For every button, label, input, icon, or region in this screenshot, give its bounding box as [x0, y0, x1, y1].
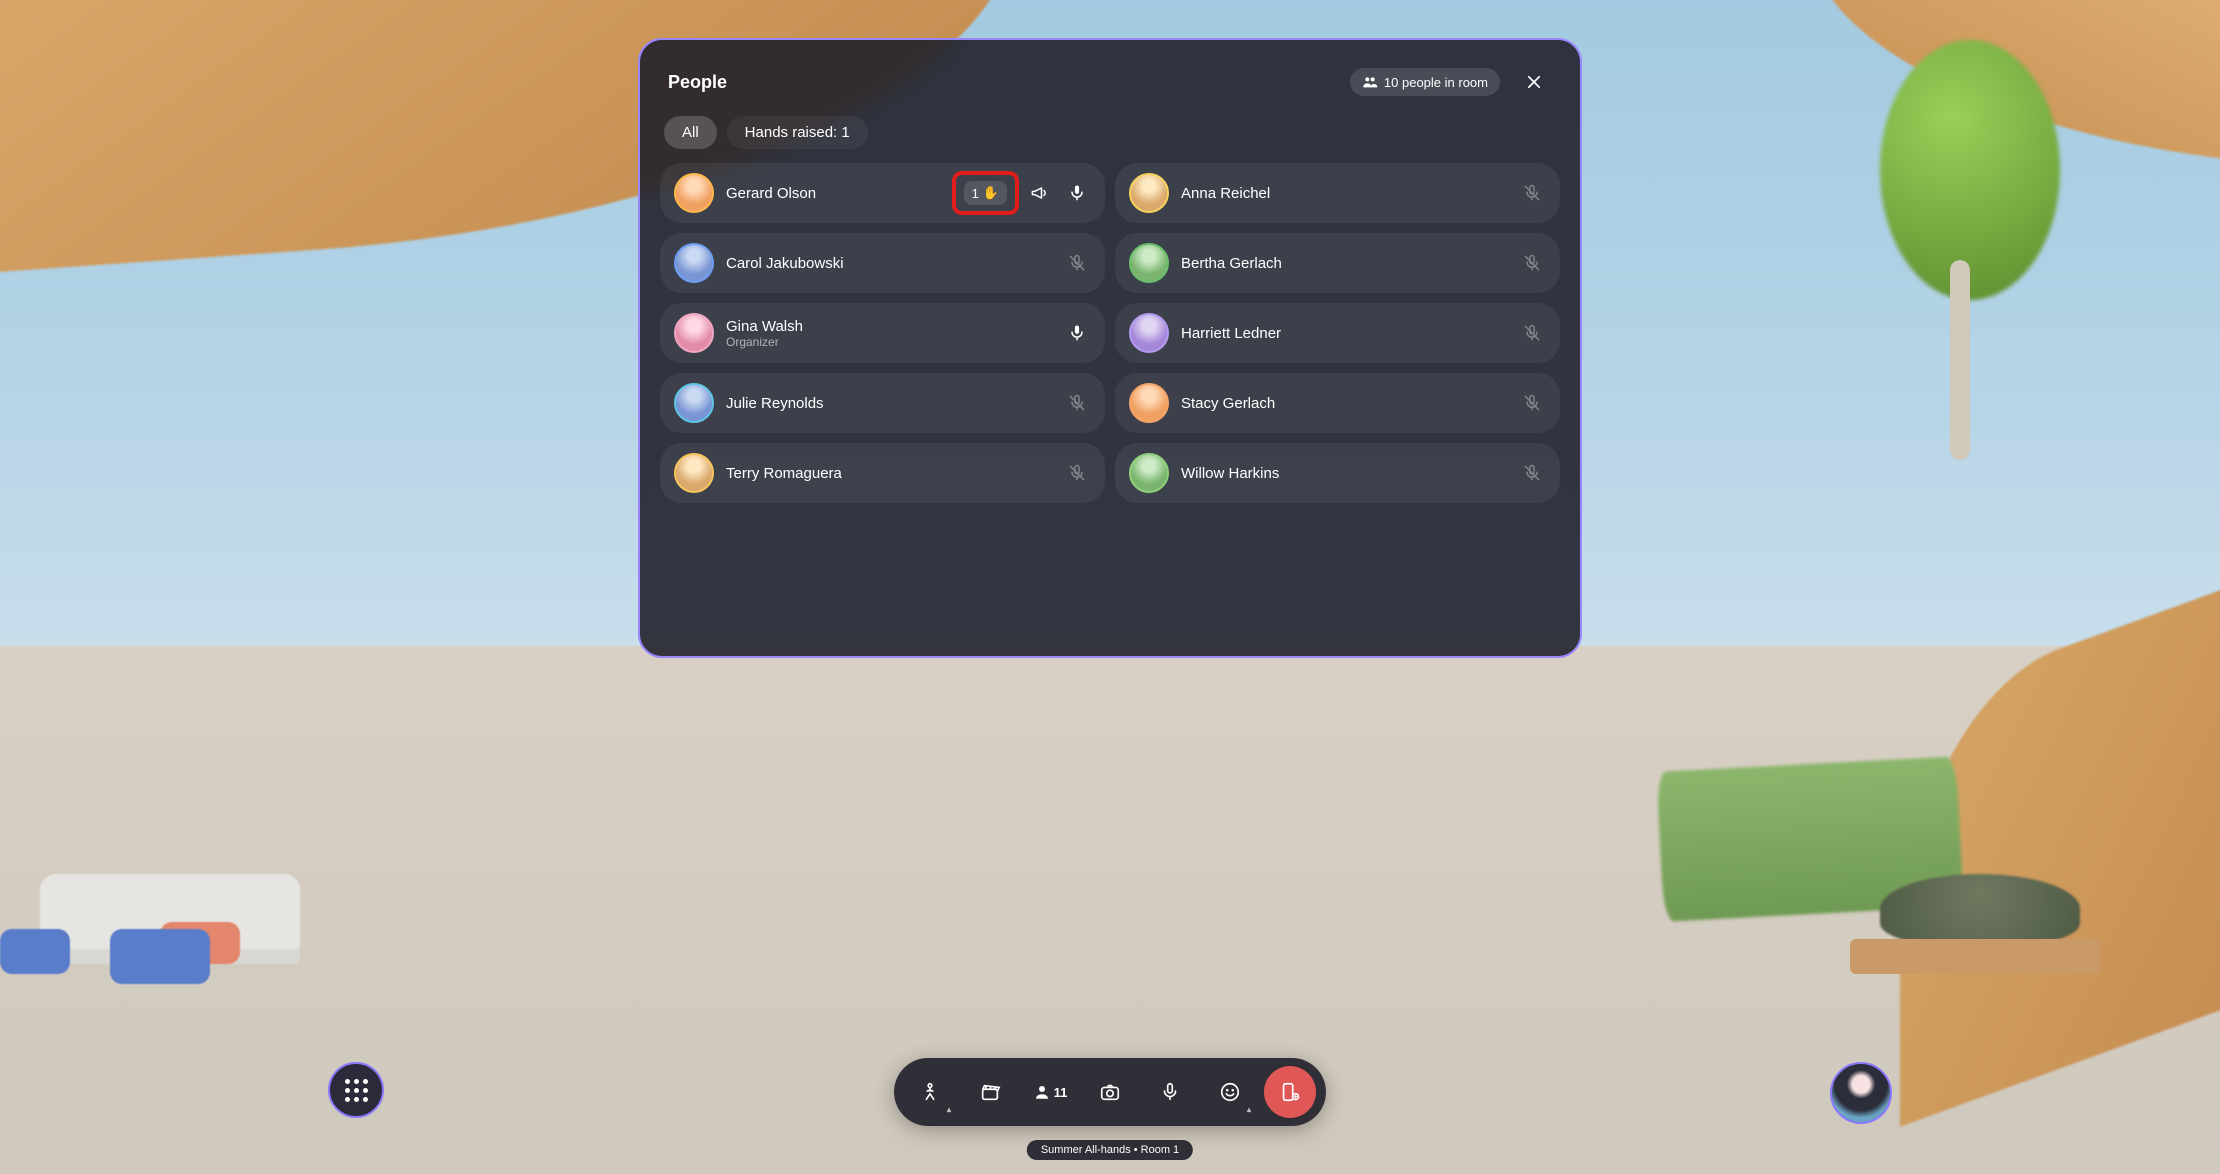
close-button[interactable]	[1516, 64, 1552, 100]
bottom-toolbar: ▴ 11	[894, 1058, 1326, 1126]
row-icons	[1518, 389, 1546, 417]
smile-icon	[1219, 1081, 1241, 1103]
mic-muted-icon[interactable]	[1518, 179, 1546, 207]
mic-on-icon[interactable]	[1063, 179, 1091, 207]
leave-button[interactable]	[1264, 1066, 1316, 1118]
avatar	[674, 243, 714, 283]
teleport-icon	[919, 1081, 941, 1103]
person-row[interactable]: Gina WalshOrganizer	[660, 303, 1105, 363]
person-row[interactable]: Bertha Gerlach	[1115, 233, 1560, 293]
chevron-up-icon: ▴	[947, 1105, 951, 1114]
highlight-annotation: 1✋	[952, 171, 1019, 215]
people-grid: Gerard Olson1✋Anna ReichelCarol Jakubows…	[652, 163, 1568, 503]
person-info: Harriett Ledner	[1181, 325, 1506, 342]
person-icon	[1033, 1083, 1051, 1101]
person-row[interactable]: Carol Jakubowski	[660, 233, 1105, 293]
person-info: Gina WalshOrganizer	[726, 318, 1051, 349]
avatar	[1129, 313, 1169, 353]
hand-order: 1	[972, 186, 979, 201]
mic-muted-icon[interactable]	[1518, 389, 1546, 417]
avatar	[674, 173, 714, 213]
avatar	[1129, 453, 1169, 493]
avatar	[674, 453, 714, 493]
panel-title: People	[668, 72, 1350, 93]
chevron-up-icon: ▴	[1247, 1105, 1251, 1114]
clapperboard-icon	[979, 1081, 1001, 1103]
mic-muted-icon[interactable]	[1518, 459, 1546, 487]
row-icons	[1518, 249, 1546, 277]
people-icon	[1362, 74, 1378, 90]
mic-muted-icon[interactable]	[1518, 319, 1546, 347]
person-name: Carol Jakubowski	[726, 255, 1051, 272]
people-panel: People 10 people in room All Hands raise…	[638, 38, 1582, 658]
mic-muted-icon[interactable]	[1063, 459, 1091, 487]
record-button[interactable]	[964, 1066, 1016, 1118]
person-row[interactable]: Anna Reichel	[1115, 163, 1560, 223]
person-info: Terry Romaguera	[726, 465, 1051, 482]
person-name: Julie Reynolds	[726, 395, 1051, 412]
person-info: Carol Jakubowski	[726, 255, 1051, 272]
camera-button[interactable]	[1084, 1066, 1136, 1118]
person-name: Bertha Gerlach	[1181, 255, 1506, 272]
person-info: Bertha Gerlach	[1181, 255, 1506, 272]
person-row[interactable]: Gerard Olson1✋	[660, 163, 1105, 223]
leave-icon	[1279, 1081, 1301, 1103]
mic-button[interactable]	[1144, 1066, 1196, 1118]
person-info: Stacy Gerlach	[1181, 395, 1506, 412]
person-info: Gerard Olson	[726, 185, 944, 202]
avatar	[1129, 383, 1169, 423]
teleport-button[interactable]: ▴	[904, 1066, 956, 1118]
person-row[interactable]: Stacy Gerlach	[1115, 373, 1560, 433]
grid-icon	[345, 1079, 368, 1102]
person-name: Stacy Gerlach	[1181, 395, 1506, 412]
person-info: Julie Reynolds	[726, 395, 1051, 412]
participants-count: 11	[1054, 1085, 1068, 1100]
person-row[interactable]: Terry Romaguera	[660, 443, 1105, 503]
row-icons	[1518, 459, 1546, 487]
participants-button[interactable]: 11	[1024, 1066, 1076, 1118]
person-name: Gerard Olson	[726, 185, 944, 202]
app-menu-button[interactable]	[328, 1062, 384, 1118]
room-count-badge[interactable]: 10 people in room	[1350, 68, 1500, 96]
tab-hands-raised[interactable]: Hands raised: 1	[727, 116, 868, 149]
person-name: Harriett Ledner	[1181, 325, 1506, 342]
row-icons	[1518, 319, 1546, 347]
avatar	[674, 313, 714, 353]
person-name: Gina Walsh	[726, 318, 1051, 335]
row-icons	[1063, 459, 1091, 487]
raised-hand-icon: ✋	[983, 185, 999, 201]
room-label: Summer All-hands • Room 1	[1027, 1140, 1193, 1160]
self-avatar-button[interactable]	[1830, 1062, 1892, 1124]
mic-muted-icon[interactable]	[1063, 249, 1091, 277]
row-icons	[1063, 389, 1091, 417]
row-icons	[1063, 319, 1091, 347]
avatar	[1129, 173, 1169, 213]
row-icons	[1518, 179, 1546, 207]
person-row[interactable]: Julie Reynolds	[660, 373, 1105, 433]
hand-raised-badge[interactable]: 1✋	[964, 181, 1007, 205]
person-info: Anna Reichel	[1181, 185, 1506, 202]
microphone-icon	[1159, 1081, 1181, 1103]
row-icons: 1✋	[956, 177, 1091, 209]
person-name: Willow Harkins	[1181, 465, 1506, 482]
camera-icon	[1099, 1081, 1121, 1103]
avatar	[674, 383, 714, 423]
room-count-text: 10 people in room	[1384, 75, 1488, 90]
row-icons	[1063, 249, 1091, 277]
megaphone-icon[interactable]	[1025, 179, 1053, 207]
person-info: Willow Harkins	[1181, 465, 1506, 482]
avatar	[1129, 243, 1169, 283]
close-icon	[1525, 73, 1543, 91]
mic-muted-icon[interactable]	[1518, 249, 1546, 277]
reactions-button[interactable]: ▴	[1204, 1066, 1256, 1118]
person-row[interactable]: Willow Harkins	[1115, 443, 1560, 503]
person-name: Terry Romaguera	[726, 465, 1051, 482]
mic-muted-icon[interactable]	[1063, 389, 1091, 417]
tab-all[interactable]: All	[664, 116, 717, 149]
person-role: Organizer	[726, 335, 1051, 349]
mic-on-icon[interactable]	[1063, 319, 1091, 347]
person-name: Anna Reichel	[1181, 185, 1506, 202]
person-row[interactable]: Harriett Ledner	[1115, 303, 1560, 363]
